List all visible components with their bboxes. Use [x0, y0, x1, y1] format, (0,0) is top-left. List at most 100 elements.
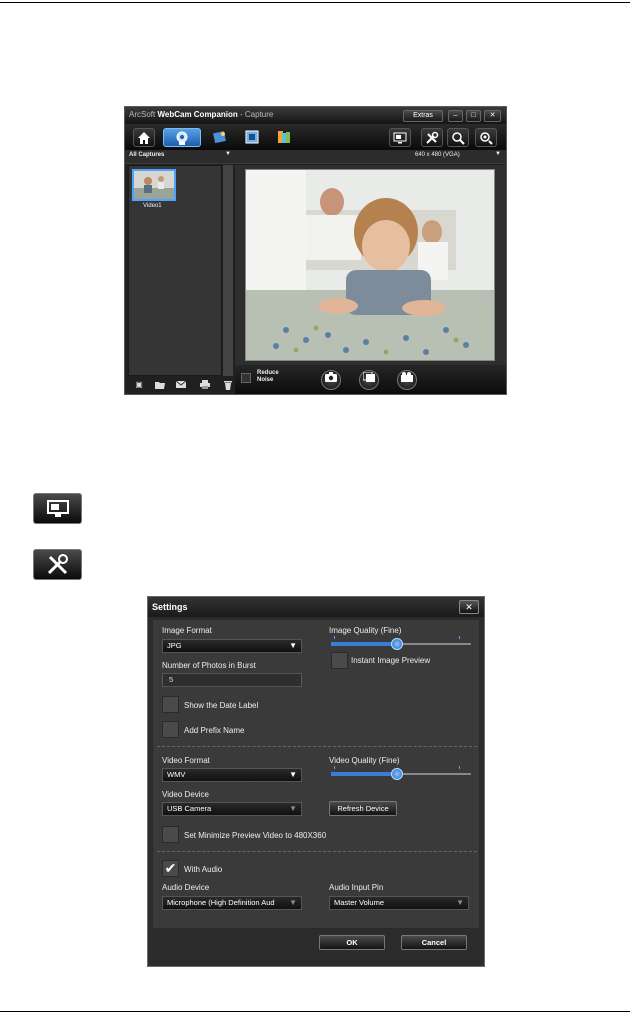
chevron-down-icon: ▼ — [495, 151, 501, 157]
audio-device-value: Microphone (High Definition Aud — [167, 898, 275, 907]
captures-panel: Video1 — [128, 165, 222, 376]
add-prefix-checkbox[interactable] — [162, 721, 179, 738]
frames-icon[interactable] — [241, 128, 263, 147]
extras-button[interactable]: Extras — [403, 110, 443, 122]
slider-knob[interactable] — [391, 768, 403, 780]
image-format-dropdown[interactable]: JPG ▼ — [162, 639, 302, 653]
add-prefix-label: Add Prefix Name — [184, 726, 245, 735]
minimize-button[interactable]: – — [448, 110, 463, 122]
settings-title: Settings — [152, 602, 188, 612]
chevron-down-icon: ▼ — [289, 641, 297, 650]
video-format-value: WMV — [167, 770, 186, 779]
with-audio-label: With Audio — [184, 865, 223, 874]
settings-icon[interactable] — [421, 128, 443, 147]
preview-area — [235, 165, 506, 365]
slider-fill — [331, 642, 397, 646]
image-quality-slider[interactable] — [331, 636, 471, 650]
image-format-label: Image Format — [162, 626, 212, 635]
video-device-label: Video Device — [162, 790, 209, 799]
play-icon[interactable]: ▣ — [134, 380, 144, 389]
settings-body: Image Format JPG ▼ Image Quality (Fine) … — [152, 619, 480, 929]
minimize-preview-checkbox[interactable] — [162, 826, 179, 843]
thumbnail-label: Video1 — [143, 203, 162, 209]
image-format-value: JPG — [167, 641, 182, 650]
video-device-dropdown[interactable]: USB Camera ▼ — [162, 802, 302, 816]
show-date-label: Show the Date Label — [184, 701, 259, 710]
slider-tick-max — [459, 636, 460, 639]
page-bottom-rule — [0, 1011, 630, 1012]
audio-input-pin-label: Audio Input Pin — [329, 883, 384, 892]
close-icon[interactable]: ✕ — [459, 600, 479, 614]
settings-dialog: Settings ✕ Image Format JPG ▼ Image Qual… — [147, 596, 485, 967]
chevron-down-icon: ▼ — [289, 898, 297, 907]
capture-window: ArcSoft WebCam Companion - Capture Extra… — [124, 106, 507, 395]
capture-toolbar — [125, 124, 506, 150]
section-divider — [157, 851, 477, 852]
audio-device-label: Audio Device — [162, 883, 210, 892]
captures-toolbar: ▣ — [128, 377, 238, 393]
with-audio-checkbox[interactable]: ✔ — [162, 860, 179, 877]
image-quality-label: Image Quality (Fine) — [329, 626, 402, 635]
refresh-device-button[interactable]: Refresh Device — [329, 801, 397, 816]
video-format-dropdown[interactable]: WMV ▼ — [162, 768, 302, 782]
audio-device-dropdown[interactable]: Microphone (High Definition Aud ▼ — [162, 896, 302, 910]
burst-label: Number of Photos in Burst — [162, 661, 256, 670]
print-icon[interactable] — [200, 380, 210, 389]
reduce-noise-checkbox[interactable] — [241, 373, 251, 383]
webcam-icon[interactable] — [163, 128, 201, 147]
record-icon[interactable] — [475, 128, 497, 147]
burst-count-field[interactable]: 5 — [162, 673, 302, 687]
zoom-icon[interactable] — [447, 128, 469, 147]
close-button[interactable]: ✕ — [484, 110, 501, 122]
title-suffix: - Capture — [240, 110, 274, 119]
instant-preview-label: Instant Image Preview — [351, 656, 431, 665]
reduce-noise-label: Reduce Noise — [257, 370, 279, 383]
capture-window-title: ArcSoft WebCam Companion - Capture — [129, 110, 273, 119]
email-icon[interactable] — [175, 380, 187, 389]
title-app: WebCam Companion — [157, 110, 238, 119]
display-icon — [33, 493, 82, 524]
slider-fill — [331, 772, 397, 776]
album-dropdown[interactable]: All Captures ▼ — [129, 151, 231, 162]
settings-title-bar: Settings ✕ — [148, 597, 484, 617]
section-divider — [157, 746, 477, 747]
title-brand: ArcSoft — [129, 110, 156, 119]
instant-preview-checkbox[interactable] — [331, 652, 348, 669]
slider-knob[interactable] — [391, 638, 403, 650]
maximize-button[interactable]: □ — [466, 110, 481, 122]
resolution-dropdown[interactable]: 640 x 480 (VGA) ▼ — [415, 151, 503, 162]
video-format-label: Video Format — [162, 756, 210, 765]
audio-icon[interactable] — [273, 128, 295, 147]
live-preview-image — [245, 169, 495, 361]
cancel-button[interactable]: Cancel — [401, 935, 467, 950]
audio-input-pin-value: Master Volume — [334, 898, 385, 907]
ok-button[interactable]: OK — [319, 935, 385, 950]
chevron-down-icon: ▼ — [456, 898, 464, 907]
effects-icon[interactable] — [209, 128, 231, 147]
minimize-preview-label: Set Minimize Preview Video to 480X360 — [184, 831, 327, 840]
slider-tick-min — [334, 766, 335, 769]
delete-icon[interactable] — [223, 380, 233, 390]
capture-controls-bar: Reduce Noise — [235, 365, 506, 394]
album-dropdown-value: All Captures — [129, 152, 165, 158]
video-quality-label: Video Quality (Fine) — [329, 756, 400, 765]
video-thumbnail[interactable] — [132, 169, 176, 201]
capture-filter-bar: All Captures ▼ 640 x 480 (VGA) ▼ — [125, 150, 506, 164]
settings-icon — [33, 549, 82, 580]
video-icon[interactable] — [397, 370, 417, 390]
display-icon[interactable] — [389, 128, 411, 147]
chevron-down-icon: ▼ — [289, 770, 297, 779]
show-date-checkbox[interactable] — [162, 696, 179, 713]
burst-icon[interactable] — [359, 370, 379, 390]
chevron-down-icon: ▼ — [289, 804, 297, 813]
slider-tick-min — [334, 636, 335, 639]
audio-input-pin-dropdown[interactable]: Master Volume ▼ — [329, 896, 469, 910]
chevron-down-icon: ▼ — [225, 151, 231, 157]
open-folder-icon[interactable] — [155, 380, 165, 389]
video-device-value: USB Camera — [167, 804, 212, 813]
panel-splitter[interactable] — [223, 165, 233, 376]
home-icon[interactable] — [133, 128, 155, 147]
video-quality-slider[interactable] — [331, 766, 471, 780]
capture-title-bar: ArcSoft WebCam Companion - Capture Extra… — [125, 107, 506, 124]
camera-icon[interactable] — [321, 370, 341, 390]
